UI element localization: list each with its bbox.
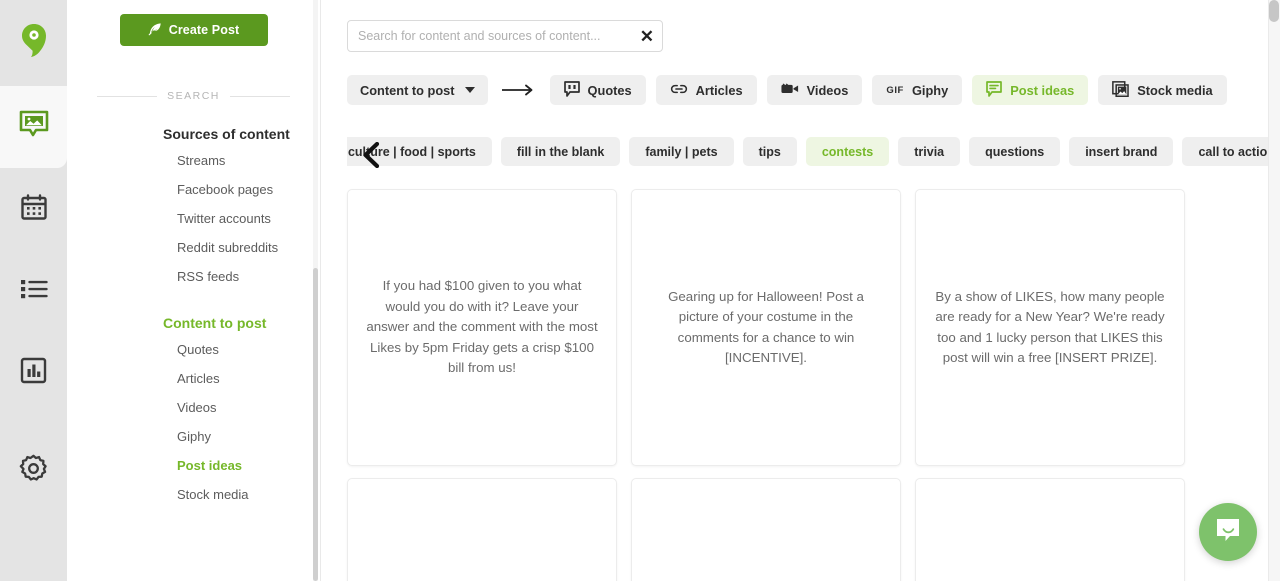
chip-family-pets[interactable]: family | pets [629, 137, 734, 166]
divider-line-left [97, 95, 158, 97]
nav-section-sources: Sources of content Streams Facebook page… [67, 126, 320, 291]
calendar-icon [20, 193, 48, 226]
tab-quotes[interactable]: Quotes [549, 75, 646, 105]
tab-post-ideas[interactable]: Post ideas [972, 75, 1089, 105]
main-content: ✕ Content to post [321, 0, 1280, 581]
post-idea-card[interactable]: What are you eating for dinner? Post a p… [631, 478, 901, 581]
divider-line-right [229, 95, 291, 97]
post-idea-card[interactable]: If you had $100 given to you what would … [347, 189, 617, 466]
rail-item-analytics[interactable] [0, 332, 67, 414]
rail-item-content[interactable] [0, 86, 67, 168]
post-idea-card[interactable]: Gearing up for Halloween! Post a picture… [631, 189, 901, 466]
bar-chart-icon [20, 357, 47, 389]
content-to-post-dropdown[interactable]: Content to post [347, 75, 488, 105]
chip-fill-in-the-blank[interactable]: fill in the blank [500, 137, 621, 166]
link-icon [670, 83, 688, 98]
topic-chips-wrap: | culture | food | sports fill in the bl… [321, 105, 1280, 168]
chip-trivia[interactable]: trivia [898, 137, 961, 166]
post-idea-text: Gearing up for Halloween! Post a picture… [668, 288, 864, 366]
search-input[interactable] [358, 29, 634, 43]
sidebar-heading-content-to-post[interactable]: Content to post [67, 315, 320, 331]
sidebar-item-quotes[interactable]: Quotes [67, 335, 320, 364]
chip-insert-brand[interactable]: insert brand [1069, 137, 1174, 166]
rail-item-calendar[interactable] [0, 168, 67, 250]
sidebar-item-post-ideas[interactable]: Post ideas [67, 451, 320, 480]
clear-search-icon[interactable]: ✕ [640, 28, 654, 45]
search-box[interactable]: ✕ [347, 20, 663, 52]
chevron-down-icon [464, 87, 475, 93]
search-divider-label: SEARCH [167, 90, 220, 102]
tab-giphy-label: Giphy [911, 82, 949, 98]
create-post-label: Create Post [168, 23, 240, 37]
content-to-post-dropdown-label: Content to post [360, 82, 455, 98]
chat-launcher-button[interactable] [1199, 503, 1257, 561]
tab-post-ideas-label: Post ideas [1010, 82, 1075, 98]
chip-call-to-action[interactable]: call to action [1182, 137, 1280, 166]
topic-chips: | culture | food | sports fill in the bl… [347, 137, 1280, 166]
post-idea-text: By a show of LIKES, how many people are … [935, 288, 1165, 366]
sidebar-item-streams[interactable]: Streams [67, 146, 320, 175]
nav-section-content-to-post: Content to post Quotes Articles Videos G… [67, 315, 320, 509]
tab-videos-label: Videos [806, 82, 849, 98]
sidebar-item-facebook-pages[interactable]: Facebook pages [67, 175, 320, 204]
quote-bubble-icon [563, 80, 580, 100]
post-idea-card[interactable]: By a show of LIKES, how many people are … [915, 189, 1185, 466]
sidebar-item-rss-feeds[interactable]: RSS feeds [67, 262, 320, 291]
main-scrollbar-track[interactable] [1268, 0, 1280, 581]
main-scrollbar-thumb[interactable] [1269, 0, 1279, 22]
rail-item-queue[interactable] [0, 250, 67, 332]
image-bubble-icon [18, 109, 50, 146]
post-idea-card[interactable]: Guess how many Jelly Beans are in the ja… [915, 478, 1185, 581]
chevron-left-icon[interactable] [361, 142, 383, 168]
tab-videos[interactable]: Videos [766, 75, 863, 105]
search-row: ✕ [321, 0, 1280, 52]
sidebar-item-giphy[interactable]: Giphy [67, 422, 320, 451]
app-root: Create Post SEARCH Sources of content St… [0, 0, 1280, 581]
create-post-button[interactable]: Create Post [119, 14, 268, 46]
tab-giphy[interactable]: GIF Giphy [872, 75, 963, 105]
sidebar-item-twitter-accounts[interactable]: Twitter accounts [67, 204, 320, 233]
gear-icon [19, 454, 48, 488]
sidebar-scrollbar-thumb[interactable] [313, 268, 318, 581]
tab-quotes-label: Quotes [587, 82, 632, 98]
feather-icon [148, 22, 162, 39]
sidebar-item-reddit-subreddits[interactable]: Reddit subreddits [67, 233, 320, 262]
chip-contests[interactable]: contests [805, 137, 890, 166]
post-idea-text: If you had $100 given to you what would … [366, 278, 598, 376]
content-type-toolbar: Content to post Quotes Articles Videos G… [321, 52, 1280, 105]
gif-icon: GIF [886, 84, 904, 96]
sidebar-heading-sources[interactable]: Sources of content [67, 126, 320, 142]
stacked-images-icon [1112, 80, 1130, 100]
post-bubble-icon [986, 80, 1003, 100]
chat-smile-icon [1214, 516, 1242, 549]
sidebar-item-articles[interactable]: Articles [67, 364, 320, 393]
chip-questions[interactable]: questions [969, 137, 1061, 166]
icon-rail [0, 0, 67, 581]
rail-item-settings[interactable] [0, 430, 67, 512]
list-icon [20, 277, 48, 306]
sidebar-item-stock-media[interactable]: Stock media [67, 480, 320, 509]
sidebar-item-videos[interactable]: Videos [67, 393, 320, 422]
tab-articles-label: Articles [695, 82, 743, 98]
sidebar: Create Post SEARCH Sources of content St… [67, 0, 321, 581]
post-ideas-grid: If you had $100 given to you what would … [321, 166, 1280, 581]
chip-tips[interactable]: tips [742, 137, 797, 166]
video-camera-icon [781, 82, 799, 98]
search-divider: SEARCH [97, 90, 291, 102]
create-post-wrap: Create Post [67, 0, 320, 46]
rail-item-logo[interactable] [0, 0, 67, 86]
tab-stock-media[interactable]: Stock media [1098, 75, 1227, 105]
tab-stock-media-label: Stock media [1137, 82, 1213, 98]
location-pin-icon [19, 23, 49, 64]
arrow-right-icon [498, 84, 540, 96]
tab-articles[interactable]: Articles [655, 75, 757, 105]
post-idea-card[interactable]: What are you eating for dinner? [347, 478, 617, 581]
